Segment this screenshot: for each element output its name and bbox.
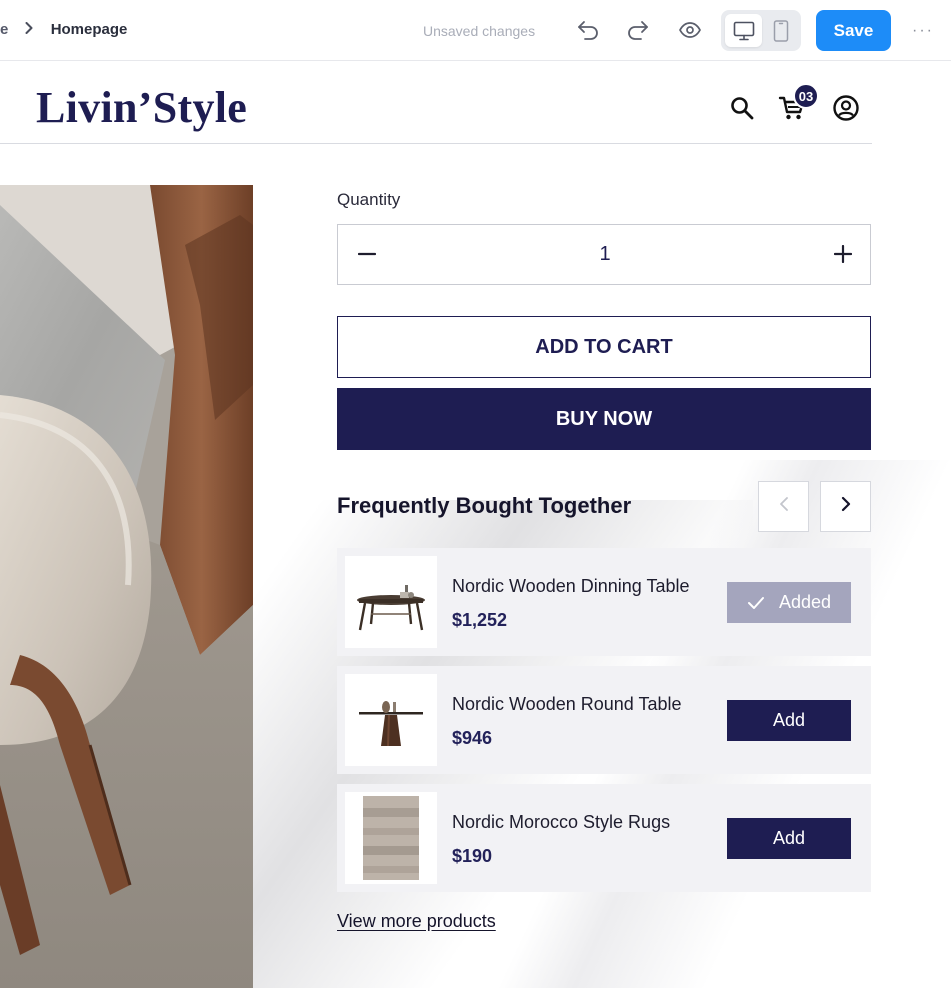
carousel-next-button[interactable] <box>820 481 871 532</box>
minus-icon[interactable] <box>352 239 382 269</box>
round-table-icon <box>345 674 437 766</box>
fbt-title: Frequently Bought Together <box>337 493 632 518</box>
breadcrumb-current: Homepage <box>50 21 128 38</box>
fbt-item-price: $190 <box>452 846 493 866</box>
quantity-input[interactable] <box>555 239 655 269</box>
cart-count-badge: 03 <box>793 83 819 109</box>
user-icon[interactable] <box>832 94 860 122</box>
chevron-left-icon <box>779 496 789 517</box>
save-button[interactable]: Save <box>816 10 891 51</box>
dining-table-icon <box>345 556 437 648</box>
added-button-label: Added <box>778 592 832 612</box>
list-item: Nordic Wooden Dinning Table $1,252 Added <box>337 548 871 656</box>
add-to-cart-button[interactable]: ADD TO CART <box>337 316 871 378</box>
check-icon <box>747 596 765 610</box>
add-button[interactable]: Add <box>727 818 851 859</box>
store-logo[interactable]: Livin’Style <box>36 82 247 133</box>
more-icon[interactable]: ··· <box>908 18 938 44</box>
carousel-prev-button[interactable] <box>758 481 809 532</box>
breadcrumb: te Homepage <box>0 21 127 38</box>
buy-now-button[interactable]: BUY NOW <box>337 388 871 450</box>
fbt-item-name[interactable]: Nordic Wooden Dinning Table <box>452 576 689 597</box>
desktop-icon[interactable] <box>725 14 762 47</box>
added-button[interactable]: Added <box>727 582 851 623</box>
store-header: Livin’Style <box>0 62 872 144</box>
view-more-link[interactable]: View more products <box>337 911 496 932</box>
rug-icon <box>345 792 437 884</box>
fbt-item-name[interactable]: Nordic Wooden Round Table <box>452 694 681 715</box>
eye-icon[interactable] <box>677 17 703 43</box>
chevron-right-icon <box>25 21 33 38</box>
mobile-icon[interactable] <box>762 14 799 47</box>
add-button[interactable]: Add <box>727 700 851 741</box>
unsaved-status: Unsaved changes <box>423 23 536 39</box>
product-image <box>0 185 253 988</box>
list-item: Nordic Morocco Style Rugs $190 Add <box>337 784 871 892</box>
quantity-stepper <box>337 224 871 285</box>
quantity-label: Quantity <box>337 190 401 209</box>
fbt-item-price: $946 <box>452 728 493 748</box>
breadcrumb-parent[interactable]: te <box>0 21 8 38</box>
editor-toolbar: te Homepage Unsaved changes Save ··· <box>0 0 951 61</box>
device-toggle <box>721 10 801 51</box>
fbt-item-name[interactable]: Nordic Morocco Style Rugs <box>452 812 670 833</box>
chevron-right-icon <box>841 496 851 517</box>
search-icon[interactable] <box>728 94 756 122</box>
fbt-item-price: $1,252 <box>452 610 508 630</box>
undo-icon[interactable] <box>575 17 601 43</box>
list-item: Nordic Wooden Round Table $946 Add <box>337 666 871 774</box>
redo-icon[interactable] <box>625 17 651 43</box>
plus-icon[interactable] <box>828 239 858 269</box>
